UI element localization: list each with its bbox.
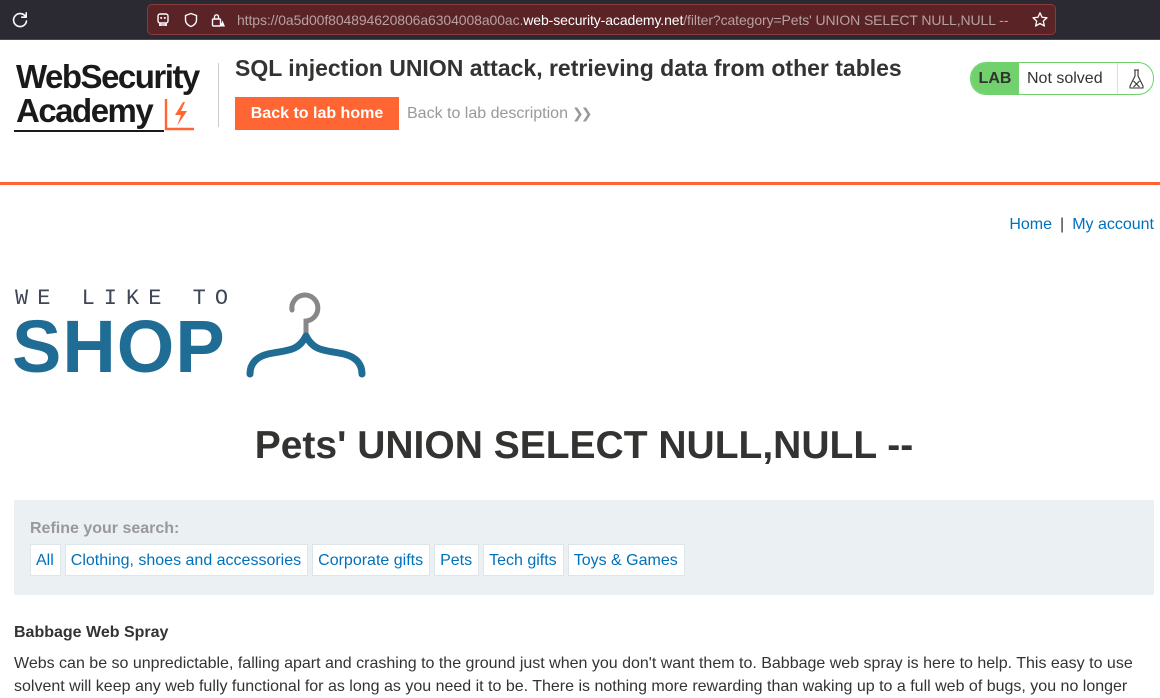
filter-all[interactable]: All xyxy=(30,544,61,576)
filter-label: Refine your search: xyxy=(30,520,180,537)
shop-logo: WE LIKE TO SHOP xyxy=(12,286,366,384)
bookmark-star-icon[interactable] xyxy=(1031,11,1049,29)
lab-status-text: Not solved xyxy=(1027,70,1103,87)
home-link[interactable]: Home xyxy=(1009,216,1052,233)
filter-clothing[interactable]: Clothing, shoes and accessories xyxy=(64,544,309,576)
address-bar[interactable]: https://0a5d00f804894620806a6304008a00ac… xyxy=(147,4,1056,35)
shield-icon[interactable] xyxy=(183,12,199,28)
logo-lightning-icon xyxy=(164,99,194,131)
lock-warning-icon[interactable] xyxy=(210,12,226,28)
shop-wordmark: SHOP xyxy=(12,305,226,388)
browser-toolbar: https://0a5d00f804894620806a6304008a00ac… xyxy=(0,0,1160,40)
filter-toys-games[interactable]: Toys & Games xyxy=(567,544,685,576)
logo-line2: Academy xyxy=(16,92,154,129)
url-scheme: https://0a5d00f804894620806a6304008a00ac… xyxy=(237,12,524,28)
back-to-lab-home-button[interactable]: Back to lab home xyxy=(235,97,399,130)
back-description-label: Back to lab description xyxy=(407,105,568,122)
logo-underline xyxy=(14,130,164,132)
double-chevron-right-icon: ❯❯ xyxy=(571,105,593,121)
my-account-link[interactable]: My account xyxy=(1072,216,1154,233)
filter-list: All Clothing, shoes and accessories Corp… xyxy=(30,544,685,576)
lab-title: SQL injection UNION attack, retrieving d… xyxy=(235,55,902,81)
academy-header: WebSecurity Academy SQL injection UNION … xyxy=(0,41,1160,182)
url-host: web-security-academy.net xyxy=(523,12,684,28)
clothes-hanger-icon xyxy=(246,292,366,378)
back-to-lab-description-link[interactable]: Back to lab description ❯❯ xyxy=(407,105,593,123)
filter-corporate-gifts[interactable]: Corporate gifts xyxy=(312,544,431,576)
robot-icon[interactable] xyxy=(155,12,171,28)
nav-separator: | xyxy=(1060,216,1065,233)
web-security-academy-logo[interactable]: WebSecurity Academy xyxy=(14,57,214,135)
top-nav: Home | My account xyxy=(1009,216,1154,234)
flask-icon xyxy=(1129,69,1144,89)
url-path: /filter?category=Pets' UNION SELECT NULL… xyxy=(683,12,1009,28)
product-description: Webs can be so unpredictable, falling ap… xyxy=(14,655,1133,695)
lab-flask-cell xyxy=(1117,63,1153,94)
header-divider xyxy=(218,63,219,127)
filter-tech-gifts[interactable]: Tech gifts xyxy=(483,544,564,576)
reload-icon[interactable] xyxy=(10,10,30,30)
product-name: Babbage Web Spray xyxy=(14,624,169,641)
lab-badge: LAB xyxy=(971,63,1019,94)
logo-line1: WebSecurity xyxy=(16,58,200,95)
url-text: https://0a5d00f804894620806a6304008a00ac… xyxy=(237,12,1027,28)
lab-status-widget: LAB Not solved xyxy=(970,62,1154,95)
filter-panel: Refine your search: All Clothing, shoes … xyxy=(14,500,1154,595)
category-heading: Pets' UNION SELECT NULL,NULL -- xyxy=(254,424,914,467)
header-rule xyxy=(0,182,1160,185)
filter-pets[interactable]: Pets xyxy=(434,544,480,576)
